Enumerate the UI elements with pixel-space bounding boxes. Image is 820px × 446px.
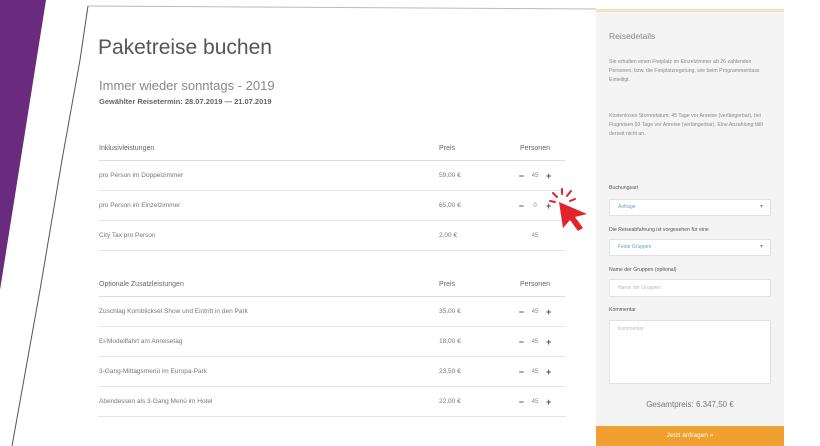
- service-price: 22,00 €: [439, 386, 505, 417]
- persons-cell: − 45 +: [505, 386, 565, 417]
- chevron-down-icon: ▾: [759, 204, 763, 210]
- chevron-right-icon: »: [709, 432, 714, 439]
- trip-subtitle: Immer wieder sonntags - 2019: [99, 78, 275, 93]
- decrement-button[interactable]: −: [519, 171, 524, 181]
- group-name-input[interactable]: Name der Gruppen: [609, 279, 771, 297]
- service-price: 35,00 €: [439, 296, 505, 327]
- cancellation-info: Kostenloses Stornodatum: 45 Tage vor Anr…: [609, 113, 763, 137]
- service-price: 18,00 €: [439, 326, 505, 357]
- quantity-value: 0: [533, 202, 537, 209]
- quantity-stepper: − 45 +: [519, 337, 552, 347]
- service-name: Ei-Modellfahrt am Anreisetag: [99, 326, 439, 357]
- column-header-price: Preis: [439, 272, 505, 297]
- sidebar-accent-line: [596, 9, 784, 12]
- decrement-button[interactable]: −: [519, 201, 524, 211]
- quantity-value: 45: [531, 398, 539, 405]
- group-name-placeholder: Name der Gruppen: [618, 285, 661, 291]
- decrement-button[interactable]: −: [519, 397, 524, 407]
- quantity-value: 45: [531, 172, 539, 179]
- service-name: Zuschlag Kornblicksel Show und Eintritt …: [99, 296, 439, 327]
- column-header-persons: Personen: [505, 136, 565, 161]
- optional-services-table: Optionale Zusatzleistungen Preis Persone…: [99, 272, 565, 417]
- table-row: Ei-Modellfahrt am Anreisetag 18,00 € − 4…: [99, 326, 565, 357]
- table-row: Zuschlag Kornblicksel Show und Eintritt …: [99, 296, 565, 327]
- free-place-info: Sie erhalten einen Freiplatz im Einzelzi…: [609, 59, 760, 83]
- decrement-button[interactable]: −: [519, 337, 524, 347]
- service-name: Abendessen als 3-Gang Menü im Hotel: [99, 386, 439, 417]
- increment-button[interactable]: +: [546, 171, 551, 181]
- service-price: 2,00 €: [439, 220, 505, 251]
- increment-button[interactable]: +: [546, 337, 551, 347]
- submit-request-label: Jetzt anfragen: [666, 432, 708, 439]
- persons-cell: − 45 +: [505, 160, 565, 191]
- total-price: Gesamtpreis: 6.347,50 €: [646, 400, 734, 409]
- quantity-stepper: − 45 +: [519, 367, 552, 377]
- decrement-button[interactable]: −: [519, 307, 524, 317]
- booking-type-select[interactable]: Anfrage ▾: [609, 199, 771, 216]
- quantity-value: 45: [531, 338, 539, 345]
- increment-button[interactable]: +: [546, 367, 551, 377]
- group-type-select[interactable]: Feste Gruppen ▾: [609, 239, 771, 256]
- column-header-services: Inklusivleistungen: [99, 136, 439, 161]
- table-row: 3-Gang-Mittagsmenü im Europa-Park 23,50 …: [99, 356, 565, 387]
- persons-cell: − 45 +: [505, 356, 565, 387]
- service-price: 65,00 €: [439, 190, 505, 221]
- table-row: Abendessen als 3-Gang Menü im Hotel 22,0…: [99, 386, 565, 417]
- service-price: 59,00 €: [439, 160, 505, 191]
- persons-cell: − 45 +: [505, 326, 565, 357]
- selected-dates: Gewählter Reisetermin: 28.07.2019 — 21.0…: [99, 97, 272, 106]
- table-row: City Tax pro Person 2,00 € 45: [99, 220, 565, 251]
- comment-label: Kommentar: [609, 307, 636, 313]
- comment-placeholder: Kommentar: [618, 326, 644, 332]
- booking-type-label: Buchungsart: [609, 185, 639, 191]
- column-header-price: Preis: [439, 136, 505, 161]
- quantity-stepper: − 45 +: [519, 171, 552, 181]
- table-row: pro Person im Einzelzimmer 65,00 € − 0 +: [99, 190, 565, 221]
- service-name: City Tax pro Person: [99, 220, 439, 251]
- decrement-button[interactable]: −: [519, 367, 524, 377]
- booking-type-value: Anfrage: [618, 204, 636, 210]
- inclusive-services-table: Inklusivleistungen Preis Personen pro Pe…: [99, 136, 565, 251]
- service-price: 23,50 €: [439, 356, 505, 387]
- comment-textarea[interactable]: Kommentar: [609, 320, 771, 384]
- group-type-value: Feste Gruppen: [618, 244, 652, 250]
- column-header-persons: Personen: [505, 272, 565, 297]
- page-title: Paketreise buchen: [98, 36, 272, 59]
- quantity-value: 45: [531, 308, 539, 315]
- increment-button[interactable]: +: [546, 307, 551, 317]
- quantity-value: 45: [531, 233, 539, 239]
- submit-request-button[interactable]: Jetzt anfragen »: [596, 426, 784, 446]
- quantity-stepper: − 45 +: [519, 307, 552, 317]
- service-name: pro Person im Einzelzimmer: [99, 190, 439, 221]
- quantity-stepper: − 45 +: [519, 397, 552, 407]
- service-name: pro Person im Doppelzimmer: [99, 160, 439, 191]
- persons-cell: − 45 +: [505, 296, 565, 327]
- increment-button[interactable]: +: [546, 397, 551, 407]
- column-header-services: Optionale Zusatzleistungen: [99, 272, 439, 297]
- mouse-cursor-icon: [549, 188, 587, 231]
- group-name-label: Name der Gruppen (optional): [609, 267, 677, 273]
- group-type-label: Die Reiseabfahrung ist vorgesehen für ei…: [609, 227, 709, 233]
- sidebar-title: Reisedetails: [609, 31, 656, 41]
- table-header-row: Optionale Zusatzleistungen Preis Persone…: [99, 272, 565, 297]
- service-name: 3-Gang-Mittagsmenü im Europa-Park: [99, 356, 439, 387]
- table-header-row: Inklusivleistungen Preis Personen: [99, 136, 565, 161]
- chevron-down-icon: ▾: [759, 244, 763, 250]
- quantity-value: 45: [531, 368, 539, 375]
- table-row: pro Person im Doppelzimmer 59,00 € − 45 …: [99, 160, 565, 191]
